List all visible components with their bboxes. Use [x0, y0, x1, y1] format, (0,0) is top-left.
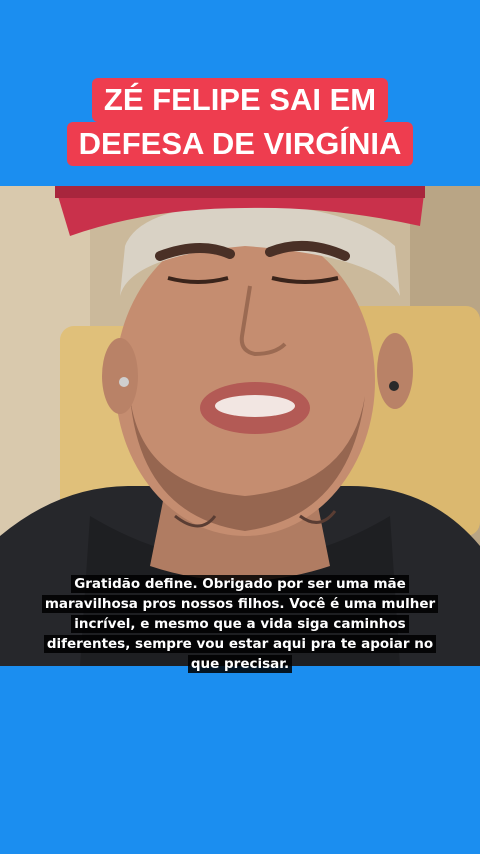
headline-line-1: ZÉ FELIPE SAI EM	[91, 78, 389, 122]
headline-line-2: DEFESA DE VIRGÍNIA	[66, 122, 414, 166]
caption-line-5: que precisar.	[187, 655, 293, 673]
headline: ZÉ FELIPE SAI EM DEFESA DE VIRGÍNIA	[0, 78, 480, 166]
caption-line-4: diferentes, sempre vou estar aqui pra te…	[43, 635, 437, 653]
caption-line-3: incrível, e mesmo que a vida siga caminh…	[71, 615, 409, 633]
caption-line-2: maravilhosa pros nossos filhos. Você é u…	[41, 595, 439, 613]
caption-line-1: Gratidão define. Obrigado por ser uma mã…	[71, 575, 409, 593]
video-caption: Gratidão define. Obrigado por ser uma mã…	[0, 574, 480, 674]
